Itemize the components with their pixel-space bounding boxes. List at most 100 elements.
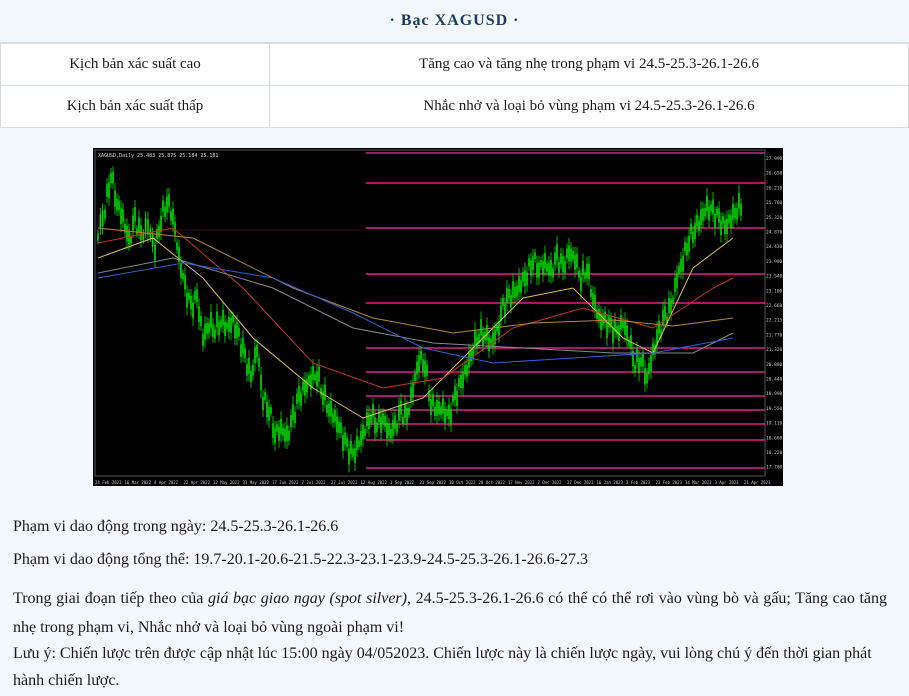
candle-body	[224, 321, 226, 336]
candle-body	[376, 422, 378, 433]
price-chart: XAGUSD,Daily 25.483 25.875 25.184 25.181…	[93, 148, 783, 486]
candle-body	[586, 263, 588, 278]
candle-body	[114, 190, 116, 207]
candle-body	[738, 192, 740, 209]
candle-body	[174, 221, 176, 236]
candle-body	[128, 230, 130, 245]
candle-body	[634, 365, 636, 373]
candle-body	[658, 320, 660, 334]
candle-body	[292, 404, 294, 421]
candle-body	[320, 388, 322, 396]
candle-body	[448, 404, 450, 420]
note-text: Lưu ý: Chiến lược trên được cập nhật lúc…	[13, 645, 872, 689]
candle-body	[550, 259, 552, 276]
candle-body	[536, 263, 538, 278]
candle-body	[244, 348, 246, 359]
candle-body	[344, 432, 346, 445]
candle-body	[512, 281, 514, 298]
candle-body	[328, 403, 330, 417]
candle-body	[126, 225, 128, 242]
candle-body	[362, 424, 364, 440]
candle-body	[522, 272, 524, 282]
candle-body	[264, 392, 266, 400]
date-label: 22 Apr 2022	[184, 480, 211, 485]
candle-body	[406, 408, 408, 423]
candle-body	[678, 265, 680, 274]
candle-body	[286, 425, 288, 442]
candle-body	[306, 379, 308, 393]
candle-body	[718, 208, 720, 223]
price-label: 18.660	[766, 435, 783, 441]
candle-body	[160, 215, 162, 232]
candle-body	[426, 364, 428, 376]
candle-body	[498, 321, 500, 336]
candle-body	[232, 315, 234, 323]
price-label: 22.660	[766, 303, 783, 309]
candle-body	[650, 355, 652, 372]
candle-body	[336, 416, 338, 433]
candle-body	[636, 348, 638, 363]
candle-body	[332, 413, 334, 423]
candle-body	[288, 430, 290, 441]
outlook-text-italic: giá bạc giao ngay (spot silver)	[208, 590, 407, 607]
candle-body	[648, 363, 650, 375]
candle-body	[716, 208, 718, 215]
candle-body	[214, 329, 216, 339]
candle-body	[696, 214, 698, 227]
price-label: 23.100	[766, 288, 783, 294]
candle-body	[626, 325, 628, 341]
date-label: 10 Oct 2022	[449, 480, 476, 485]
candle-body	[454, 386, 456, 401]
candle-body	[624, 319, 626, 335]
candle-body	[256, 344, 258, 358]
candle-body	[496, 324, 498, 332]
candle-body	[190, 295, 192, 310]
candle-body	[162, 200, 164, 212]
candle-body	[202, 334, 204, 346]
candle-body	[414, 373, 416, 382]
candle-body	[360, 430, 362, 446]
candle-body	[434, 406, 436, 417]
candle-body	[712, 199, 714, 215]
candle-body	[702, 208, 704, 222]
candle-body	[574, 254, 576, 271]
price-label: 26.210	[766, 185, 783, 191]
candle-body	[684, 241, 686, 251]
candle-body	[382, 413, 384, 425]
candle-body	[730, 215, 732, 228]
candle-body	[294, 411, 296, 423]
date-label: 21 Apr 2023	[744, 480, 771, 485]
candle-body	[254, 347, 256, 364]
candle-body	[686, 242, 688, 256]
candle-body	[560, 253, 562, 265]
candle-body	[460, 374, 462, 389]
date-label: 21 Sep 2022	[420, 480, 447, 485]
candle-body	[208, 323, 210, 334]
candle-body	[280, 418, 282, 435]
candle-body	[408, 407, 410, 415]
candle-body	[516, 285, 518, 297]
candle-body	[246, 364, 248, 376]
candle-body	[358, 440, 360, 448]
candle-body	[118, 200, 120, 211]
price-label: 19.110	[766, 421, 783, 427]
candle-body	[558, 262, 560, 273]
candle-body	[370, 414, 372, 424]
candle-body	[704, 207, 706, 217]
candle-body	[620, 315, 622, 330]
candle-body	[238, 327, 240, 337]
candle-body	[151, 233, 154, 247]
scenario-table: Kịch bản xác suất cao Tăng cao và tăng n…	[0, 43, 909, 128]
candle-body	[450, 409, 452, 425]
candle-body	[722, 216, 724, 224]
candle-body	[584, 272, 586, 279]
candle-body	[592, 292, 594, 306]
candle-body	[384, 415, 386, 427]
candle-body	[580, 276, 582, 292]
candle-body	[644, 368, 646, 385]
candle-body	[136, 228, 138, 235]
candle-body	[338, 421, 340, 433]
candle-body	[298, 385, 300, 402]
candle-body	[514, 287, 516, 298]
candle-body	[682, 255, 684, 272]
